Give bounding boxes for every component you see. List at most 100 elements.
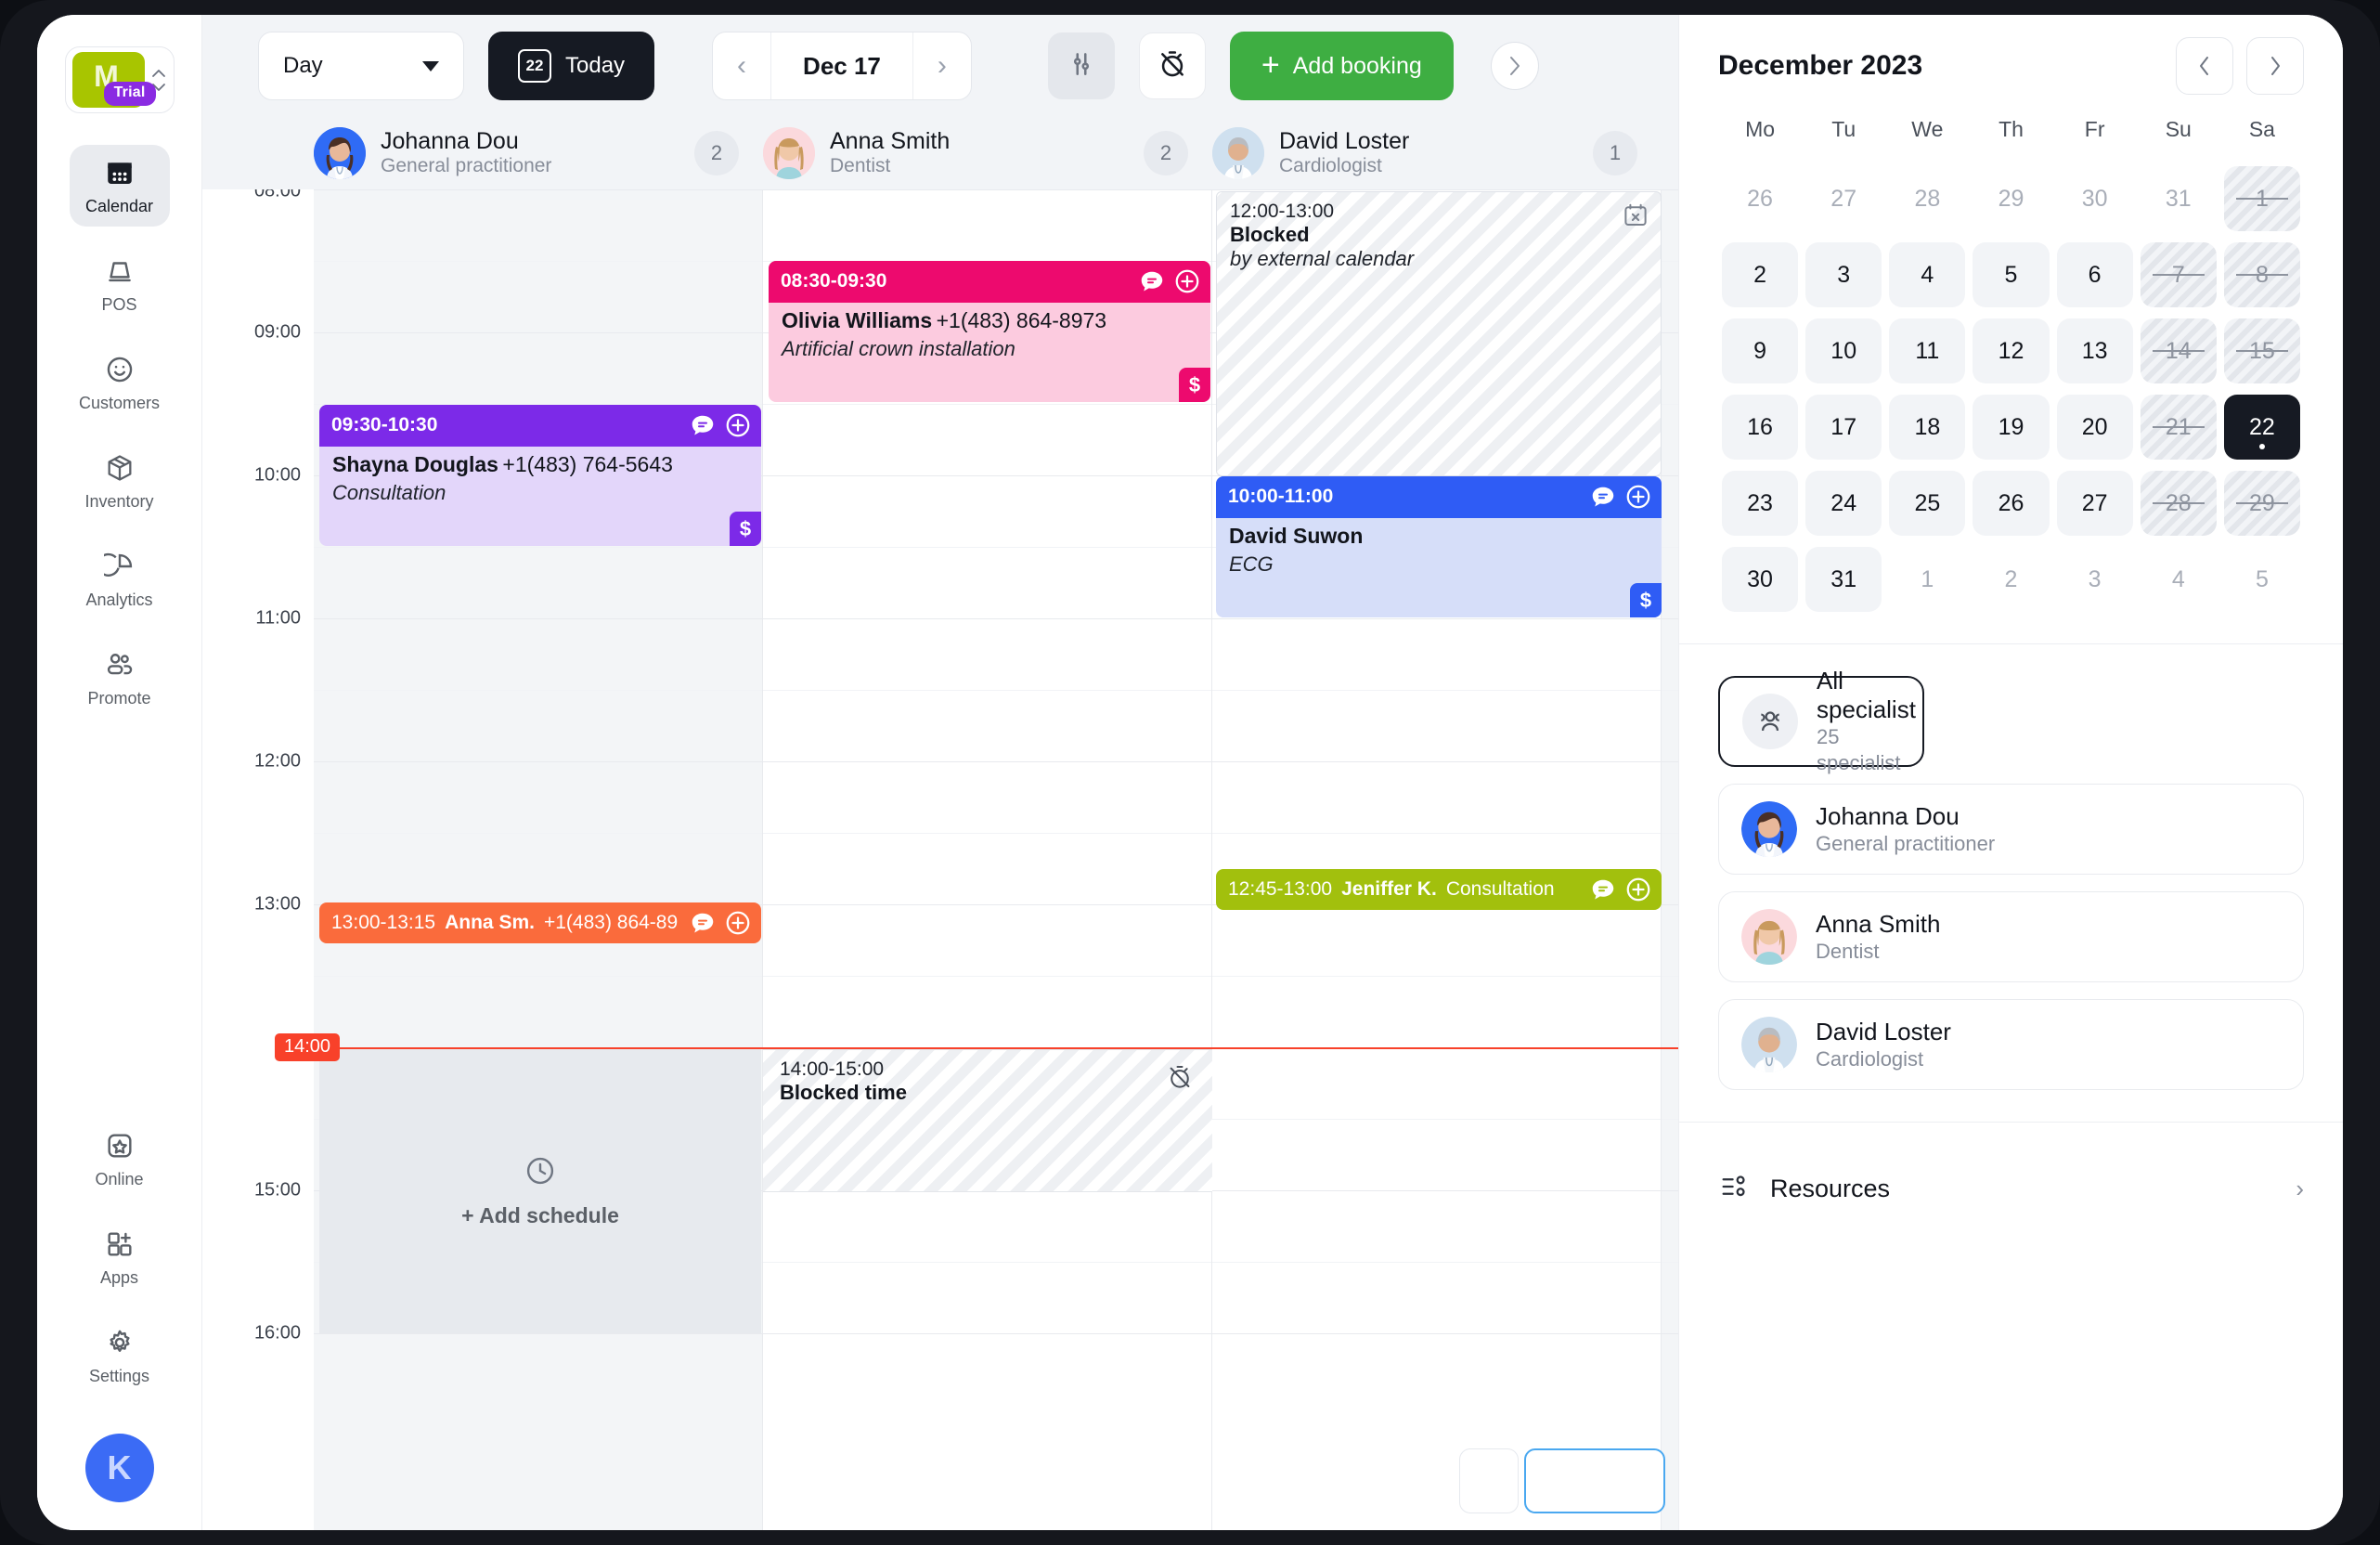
calendar-day-weekend[interactable]: 1 xyxy=(2223,166,2300,231)
staff-column-header[interactable]: Johanna Dou General practitioner 2 xyxy=(314,127,763,179)
calendar-day[interactable]: 25 xyxy=(1889,471,1966,536)
payment-badge[interactable]: $ xyxy=(730,512,761,546)
message-icon[interactable] xyxy=(1589,876,1617,903)
calendar-day[interactable]: 3 xyxy=(1805,242,1882,307)
calendar-day-outside[interactable]: 3 xyxy=(2057,547,2133,612)
specialist-card[interactable]: David Loster Cardiologist xyxy=(1718,999,2304,1090)
brand-switcher[interactable]: M Trial xyxy=(64,46,175,113)
calendar-day[interactable]: 26 xyxy=(1973,471,2050,536)
message-icon[interactable] xyxy=(1138,267,1166,295)
calendar-day-outside[interactable]: 26 xyxy=(1722,166,1798,231)
sidebar-item-staff[interactable]: Promote xyxy=(70,637,170,719)
mini-calendar-prev-button[interactable] xyxy=(2176,37,2233,95)
calendar-day-outside[interactable]: 2 xyxy=(1973,547,2049,612)
calendar-day[interactable]: 27 xyxy=(2056,471,2133,536)
appointment-event-compact[interactable]: 13:00-13:15 Anna Sm. +1(483) 864-89 xyxy=(319,902,761,943)
sidebar-item-customers[interactable]: Customers xyxy=(70,342,170,423)
specialist-all[interactable]: All specialist 25 specialist xyxy=(1718,667,1924,774)
sidebar-item-inventory[interactable]: Inventory xyxy=(70,440,170,522)
staff-column-header[interactable]: Anna Smith Dentist 2 xyxy=(763,127,1212,179)
blocked-external-event[interactable]: 12:00-13:00 Blocked by external calendar xyxy=(1216,191,1662,476)
add-icon[interactable] xyxy=(1173,267,1201,295)
sidebar-item-calendar[interactable]: Calendar xyxy=(69,145,170,227)
expand-panel-button[interactable] xyxy=(1490,42,1539,90)
calendar-day[interactable]: 31 xyxy=(1805,547,1882,612)
calendar-grid[interactable]: 08:00 09:00 10:00 11:00 12:00 13:00 15:0… xyxy=(202,189,1678,1530)
specialist-card[interactable]: Anna Smith Dentist xyxy=(1718,891,2304,982)
calendar-day-weekend[interactable]: 29 xyxy=(2223,471,2300,536)
mini-calendar-next-button[interactable] xyxy=(2246,37,2304,95)
calendar-day[interactable]: 17 xyxy=(1805,395,1882,460)
calendar-day[interactable]: 9 xyxy=(1722,318,1799,383)
appointment-event-compact[interactable]: 12:45-13:00 Jeniffer K. Consultation xyxy=(1216,869,1662,910)
calendar-day-weekend[interactable]: 15 xyxy=(2223,318,2300,383)
calendar-day-weekend[interactable]: 21 xyxy=(2140,395,2217,460)
sidebar-item-settings[interactable]: Settings xyxy=(70,1315,170,1396)
calendar-day[interactable]: 30 xyxy=(1722,547,1799,612)
no-timer-icon[interactable] xyxy=(1166,1063,1194,1091)
add-icon[interactable] xyxy=(1624,876,1652,903)
message-icon[interactable] xyxy=(689,411,717,439)
add-schedule-button[interactable]: + Add schedule xyxy=(319,1049,761,1333)
calendar-day[interactable]: 18 xyxy=(1889,395,1966,460)
horizontal-scroll-controls[interactable] xyxy=(1459,1448,1665,1513)
sidebar-item-apps[interactable]: Apps xyxy=(70,1216,170,1298)
calendar-day-weekend[interactable]: 14 xyxy=(2140,318,2217,383)
calendar-day-outside[interactable]: 27 xyxy=(1805,166,1882,231)
payment-badge[interactable]: $ xyxy=(1630,583,1662,617)
calendar-day[interactable]: 24 xyxy=(1805,471,1882,536)
calendar-day-outside[interactable]: 29 xyxy=(1973,166,2049,231)
calendar-day-weekend[interactable]: 8 xyxy=(2223,242,2300,307)
calendar-day-outside[interactable]: 31 xyxy=(2141,166,2217,231)
filter-button[interactable] xyxy=(1047,32,1115,99)
scroll-page-selected[interactable] xyxy=(1524,1448,1665,1513)
calendar-day-outside[interactable]: 30 xyxy=(2057,166,2133,231)
sidebar-item-pos[interactable]: POS xyxy=(70,243,170,325)
add-icon[interactable] xyxy=(1624,483,1652,511)
sidebar-item-analytics[interactable]: Analytics xyxy=(70,539,170,620)
calendar-day-outside[interactable]: 28 xyxy=(1889,166,1965,231)
appointment-event[interactable]: 09:30-10:30 Shayna Douglas +1(483) 764-5… xyxy=(319,405,761,546)
avatar[interactable]: K xyxy=(84,1434,154,1502)
message-icon[interactable] xyxy=(1589,483,1617,511)
add-booking-button[interactable]: + Add booking xyxy=(1229,32,1454,100)
appointment-event[interactable]: 10:00-11:00 David Suwon ECG $ xyxy=(1216,476,1662,617)
appointment-event[interactable]: 08:30-09:30 Olivia Williams +1(483) 864-… xyxy=(769,261,1210,402)
calendar-day-weekend[interactable]: 28 xyxy=(2140,471,2217,536)
staff-column-header[interactable]: David Loster Cardiologist 1 xyxy=(1212,127,1662,179)
today-button[interactable]: 22 Today xyxy=(488,32,655,100)
next-day-button[interactable]: › xyxy=(913,32,971,99)
blocked-time-event[interactable]: 14:00-15:00 Blocked time xyxy=(763,1049,1212,1192)
calendar-day-today[interactable]: 22 xyxy=(2223,395,2300,460)
calendar-day-outside[interactable]: 4 xyxy=(2141,547,2217,612)
calendar-day[interactable]: 23 xyxy=(1722,471,1799,536)
calendar-day[interactable]: 10 xyxy=(1805,318,1882,383)
calendar-day[interactable]: 4 xyxy=(1889,242,1966,307)
message-icon[interactable] xyxy=(689,909,717,937)
calendar-day[interactable]: 13 xyxy=(2056,318,2133,383)
calendar-day-outside[interactable]: 5 xyxy=(2224,547,2300,612)
add-icon[interactable] xyxy=(724,909,752,937)
event-time: 10:00-11:00 xyxy=(1228,486,1334,507)
specialist-card[interactable]: Johanna Dou General practitioner xyxy=(1718,784,2304,875)
calendar-day[interactable]: 11 xyxy=(1889,318,1966,383)
calendar-day[interactable]: 2 xyxy=(1722,242,1799,307)
prev-day-button[interactable]: ‹ xyxy=(713,32,770,99)
scroll-page[interactable] xyxy=(1459,1448,1519,1513)
calendar-day-outside[interactable]: 1 xyxy=(1889,547,1965,612)
sidebar-item-online[interactable]: Online xyxy=(70,1118,170,1200)
resources-row[interactable]: Resources › xyxy=(1718,1149,2304,1228)
mini-calendar[interactable]: Mo Tu We Th Fr Su Sa 26 27 28 29 30 31 1 2 3 4 5 6 7… xyxy=(1718,117,2304,612)
calendar-day[interactable]: 6 xyxy=(2056,242,2133,307)
calendar-x-icon[interactable] xyxy=(1622,201,1649,229)
calendar-day[interactable]: 16 xyxy=(1722,395,1799,460)
add-icon[interactable] xyxy=(724,411,752,439)
view-select[interactable]: Day xyxy=(258,32,464,100)
calendar-day[interactable]: 20 xyxy=(2056,395,2133,460)
payment-badge[interactable]: $ xyxy=(1179,368,1210,402)
calendar-day[interactable]: 19 xyxy=(1973,395,2050,460)
calendar-day-weekend[interactable]: 7 xyxy=(2140,242,2217,307)
calendar-day[interactable]: 12 xyxy=(1973,318,2050,383)
block-time-button[interactable] xyxy=(1138,32,1206,99)
calendar-day[interactable]: 5 xyxy=(1973,242,2050,307)
